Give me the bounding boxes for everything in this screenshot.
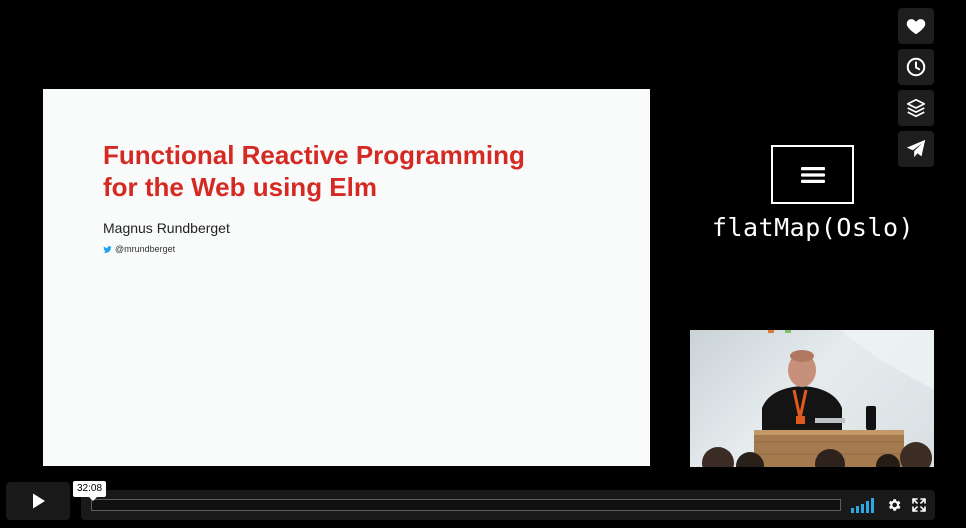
speaker-video <box>690 330 934 467</box>
progress-bar[interactable] <box>91 499 841 511</box>
fullscreen-button[interactable] <box>911 496 927 514</box>
settings-icon <box>888 499 901 511</box>
time-tooltip: 32:08 <box>73 481 107 501</box>
clock-icon <box>906 57 926 77</box>
paper-plane-icon <box>906 139 926 158</box>
logo-box <box>771 145 854 204</box>
twitter-handle: @mrundberget <box>103 244 175 254</box>
layers-icon <box>906 98 926 118</box>
logo-text: flatMap(Oslo) <box>711 213 915 242</box>
like-button[interactable] <box>898 8 934 44</box>
twitter-icon <box>103 245 112 253</box>
play-button[interactable] <box>6 482 70 520</box>
share-button[interactable] <box>898 131 934 167</box>
settings-button[interactable] <box>885 496 903 514</box>
video-player[interactable]: Functional Reactive Programming for the … <box>0 0 966 528</box>
watch-later-button[interactable] <box>898 49 934 85</box>
volume-icon <box>851 498 874 513</box>
twitter-handle-text: @mrundberget <box>115 244 176 254</box>
menu-icon <box>800 166 825 183</box>
slide-title: Functional Reactive Programming for the … <box>103 140 525 202</box>
collections-button[interactable] <box>898 90 934 126</box>
play-icon <box>33 493 45 509</box>
heart-icon <box>906 19 926 35</box>
fullscreen-icon <box>912 498 926 512</box>
slide-author: Magnus Rundberget <box>103 220 230 236</box>
speaker-image <box>702 330 934 467</box>
volume-button[interactable] <box>851 496 877 514</box>
presentation-slide: Functional Reactive Programming for the … <box>43 89 650 466</box>
